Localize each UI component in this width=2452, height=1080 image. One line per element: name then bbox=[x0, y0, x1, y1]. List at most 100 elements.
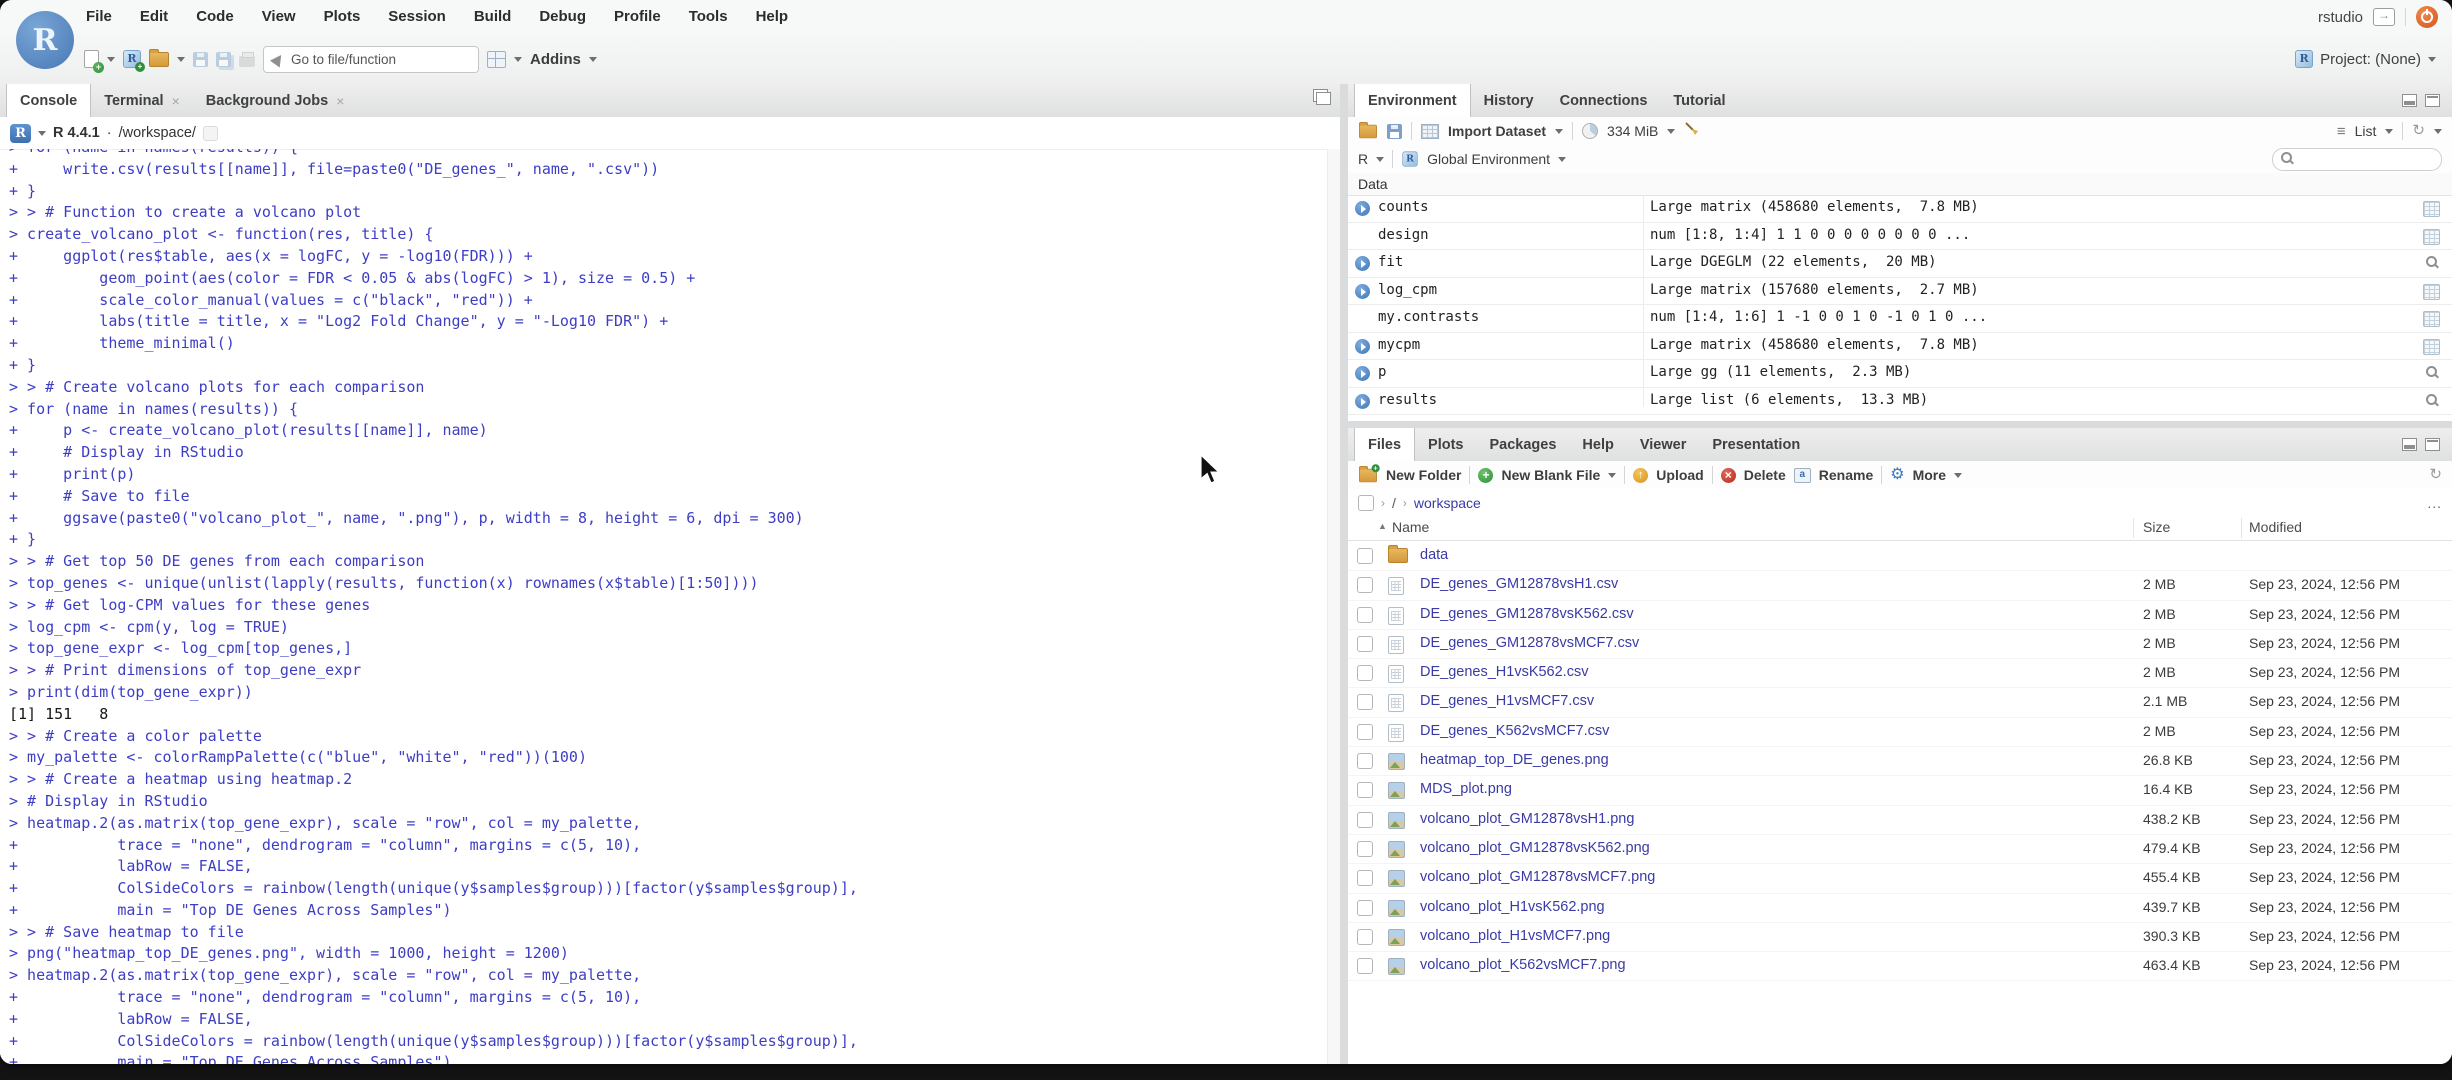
view-table-icon[interactable] bbox=[2423, 283, 2440, 300]
save-icon[interactable] bbox=[193, 51, 208, 67]
file-row[interactable]: DE_genes_GM12878vsK562.csv 2 MB Sep 23, 20… bbox=[1348, 601, 2452, 630]
column-modified[interactable]: Modified bbox=[2249, 519, 2302, 535]
tab-terminal[interactable]: Terminal × bbox=[91, 84, 193, 117]
import-dataset-button[interactable]: Import Dataset bbox=[1448, 123, 1546, 139]
file-name[interactable]: volcano_plot_K562vsMCF7.png bbox=[1420, 957, 1626, 973]
environment-entry[interactable]: fit Large DGEGLM (22 elements, 20 MB) bbox=[1348, 250, 2452, 278]
file-checkbox[interactable] bbox=[1357, 665, 1373, 682]
file-checkbox[interactable] bbox=[1357, 928, 1373, 945]
column-size[interactable]: Size bbox=[2143, 519, 2170, 535]
console-scrollbar[interactable] bbox=[1327, 149, 1340, 1064]
language-selector[interactable]: R bbox=[1358, 151, 1368, 167]
close-icon[interactable]: × bbox=[336, 93, 344, 109]
rename-icon[interactable] bbox=[1793, 467, 1811, 483]
file-name[interactable]: DE_genes_GM12878vsK562.csv bbox=[1420, 606, 1634, 622]
file-row[interactable]: volcano_plot_H1vsMCF7.png 390.3 KB Sep 23,… bbox=[1348, 923, 2452, 953]
file-checkbox[interactable] bbox=[1357, 782, 1373, 799]
file-row[interactable]: DE_genes_GM12878vsH1.csv 2 MB Sep 23, 2024… bbox=[1348, 571, 2452, 601]
view-table-icon[interactable] bbox=[2423, 338, 2440, 355]
file-checkbox[interactable] bbox=[1357, 840, 1373, 857]
tab-help[interactable]: Help bbox=[1569, 428, 1626, 461]
new-folder-icon[interactable] bbox=[1359, 463, 1380, 482]
file-row[interactable]: MDS_plot.png 16.4 KB Sep 23, 2024, 12:56 P… bbox=[1348, 776, 2452, 806]
tab-connections[interactable]: Connections bbox=[1547, 84, 1661, 117]
menu-profile[interactable]: Profile bbox=[600, 0, 675, 34]
file-name[interactable]: volcano_plot_GM12878vsK562.png bbox=[1420, 840, 1650, 856]
new-file-caret-icon[interactable] bbox=[107, 56, 115, 62]
language-caret-icon[interactable] bbox=[1376, 156, 1385, 162]
rename-button[interactable]: Rename bbox=[1819, 467, 1873, 483]
more-caret-icon[interactable] bbox=[1954, 472, 1963, 478]
menu-session[interactable]: Session bbox=[374, 0, 460, 34]
file-checkbox[interactable] bbox=[1357, 899, 1373, 916]
project-selector[interactable]: R Project: (None) bbox=[2295, 34, 2436, 84]
new-project-icon[interactable]: R bbox=[123, 50, 145, 72]
file-name[interactable]: DE_genes_GM12878vsMCF7.csv bbox=[1420, 635, 1639, 651]
file-row[interactable]: volcano_plot_H1vsK562.png 439.7 KB Sep 23,… bbox=[1348, 894, 2452, 923]
environment-entry[interactable]: mycpm Large matrix (458680 elements, 7.8 … bbox=[1348, 333, 2452, 360]
scope-caret-icon[interactable] bbox=[1558, 156, 1567, 162]
load-workspace-icon[interactable] bbox=[1359, 121, 1377, 138]
file-name[interactable]: volcano_plot_H1vsK562.png bbox=[1420, 899, 1605, 915]
view-table-icon[interactable] bbox=[2423, 201, 2440, 217]
print-icon[interactable] bbox=[239, 51, 255, 67]
import-dataset-caret-icon[interactable] bbox=[1555, 128, 1564, 134]
file-row[interactable]: DE_genes_K562vsMCF7.csv 2 MB Sep 23, 2024,… bbox=[1348, 718, 2452, 748]
r-version-caret-icon[interactable] bbox=[38, 130, 46, 136]
maximize-panel-icon[interactable] bbox=[1313, 89, 1331, 105]
minimize-panel-icon[interactable] bbox=[2402, 94, 2417, 107]
maximize-panel-icon[interactable] bbox=[2425, 438, 2440, 451]
file-checkbox[interactable] bbox=[1357, 635, 1373, 652]
inspect-icon[interactable] bbox=[2426, 393, 2440, 408]
folder-name[interactable]: data bbox=[1420, 547, 1448, 563]
maximize-panel-icon[interactable] bbox=[2425, 94, 2440, 107]
refresh-icon[interactable]: ↻ bbox=[2412, 123, 2425, 138]
tab-environment[interactable]: Environment bbox=[1354, 84, 1471, 118]
file-row[interactable]: volcano_plot_GM12878vsMCF7.png 455.4 KB Se… bbox=[1348, 864, 2452, 894]
menu-view[interactable]: View bbox=[248, 0, 310, 34]
view-table-icon[interactable] bbox=[2423, 228, 2440, 245]
environment-entry[interactable]: my.contrasts num [1:4, 1:6] 1 -1 0 0 1 0 … bbox=[1348, 305, 2452, 333]
menu-tools[interactable]: Tools bbox=[675, 0, 742, 34]
clear-objects-icon[interactable] bbox=[1684, 121, 1700, 142]
new-blank-file-button[interactable]: New Blank File bbox=[1501, 467, 1600, 483]
file-checkbox[interactable] bbox=[1357, 694, 1373, 711]
menu-file[interactable]: File bbox=[72, 0, 126, 34]
r-language-icon[interactable]: R bbox=[10, 123, 31, 143]
menu-edit[interactable]: Edit bbox=[126, 0, 182, 34]
file-name[interactable]: DE_genes_K562vsMCF7.csv bbox=[1420, 723, 1609, 739]
memory-usage-label[interactable]: 334 MiB bbox=[1607, 123, 1658, 139]
save-all-icon[interactable] bbox=[216, 51, 231, 67]
tab-files[interactable]: Files bbox=[1354, 428, 1416, 462]
refresh-caret-icon[interactable] bbox=[2434, 128, 2442, 134]
file-checkbox[interactable] bbox=[1357, 723, 1373, 740]
tab-tutorial[interactable]: Tutorial bbox=[1660, 84, 1738, 117]
file-checkbox[interactable] bbox=[1357, 870, 1373, 887]
inspect-icon[interactable] bbox=[2426, 256, 2440, 270]
file-row[interactable]: volcano_plot_GM12878vsK562.png 479.4 KB Se… bbox=[1348, 835, 2452, 865]
expand-icon[interactable] bbox=[1355, 393, 1370, 409]
list-view-button[interactable]: List bbox=[2355, 123, 2377, 139]
environment-entry[interactable]: design num [1:8, 1:4] 1 1 0 0 0 0 0 0 0 0… bbox=[1348, 223, 2452, 250]
refresh-icon[interactable]: ↻ bbox=[2429, 467, 2442, 482]
menu-debug[interactable]: Debug bbox=[525, 0, 600, 34]
breadcrumb-folder[interactable]: workspace bbox=[1414, 495, 1481, 511]
file-row[interactable]: heatmap_top_DE_genes.png 26.8 KB Sep 23, 2… bbox=[1348, 747, 2452, 777]
inspect-icon[interactable] bbox=[2426, 366, 2440, 380]
tab-history[interactable]: History bbox=[1471, 84, 1547, 117]
expand-icon[interactable] bbox=[1355, 283, 1370, 299]
tab-console[interactable]: Console bbox=[6, 84, 92, 118]
expand-icon[interactable] bbox=[1355, 366, 1370, 381]
file-row[interactable]: data bbox=[1348, 542, 2452, 572]
addins-button[interactable]: Addins bbox=[530, 51, 581, 68]
environment-entry[interactable]: results Large list (6 elements, 13.3 MB) bbox=[1348, 388, 2452, 415]
sign-out-icon[interactable] bbox=[2373, 8, 2395, 26]
environment-entry[interactable]: p Large gg (11 elements, 2.3 MB) bbox=[1348, 360, 2452, 388]
new-file-icon[interactable] bbox=[84, 50, 104, 73]
file-row[interactable]: DE_genes_H1vsMCF7.csv 2.1 MB Sep 23, 2024,… bbox=[1348, 688, 2452, 718]
suspend-session-icon[interactable] bbox=[2416, 6, 2438, 28]
more-gear-icon[interactable]: ⚙ bbox=[1890, 467, 1904, 483]
delete-button[interactable]: Delete bbox=[1744, 467, 1786, 483]
file-checkbox[interactable] bbox=[1357, 606, 1373, 623]
breadcrumb-root[interactable]: / bbox=[1392, 495, 1396, 511]
